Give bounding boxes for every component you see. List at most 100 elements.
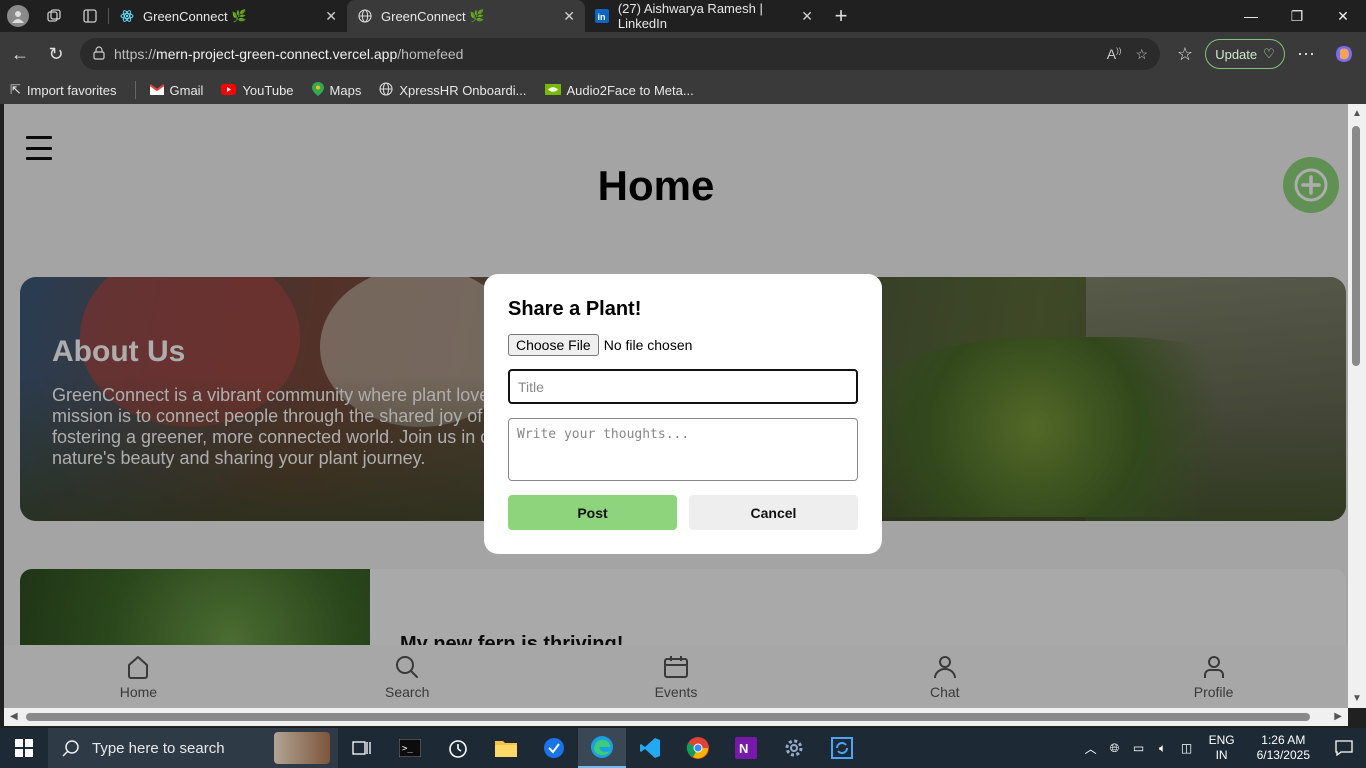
- close-tab-icon[interactable]: ✕: [801, 8, 813, 25]
- search-icon: [62, 740, 79, 757]
- cancel-button[interactable]: Cancel: [689, 495, 858, 530]
- audio2face-link[interactable]: Audio2Face to Meta...: [544, 82, 694, 98]
- svg-text:in: in: [598, 12, 606, 22]
- scroll-down-arrow-icon[interactable]: ▼: [1352, 693, 1362, 704]
- copilot-icon[interactable]: [1326, 36, 1362, 72]
- import-icon: ⇱: [10, 82, 21, 97]
- chrome-icon[interactable]: [674, 728, 722, 768]
- favorite-star-icon[interactable]: ☆: [1135, 46, 1148, 63]
- horizontal-scrollbar[interactable]: ◀ ▶: [4, 708, 1348, 726]
- search-highlight-icon: [274, 732, 330, 764]
- refresh-icon[interactable]: ↻: [38, 36, 74, 72]
- edge-icon[interactable]: [578, 728, 626, 768]
- close-tab-icon[interactable]: ✕: [563, 8, 575, 25]
- volume-mute-icon[interactable]: 🔈︎: [1151, 741, 1175, 756]
- heart-pulse-icon: ♡: [1263, 46, 1275, 61]
- tab-greenconnect-1[interactable]: GreenConnect 🌿 ✕: [109, 0, 347, 32]
- title-input[interactable]: [508, 369, 858, 404]
- home-feed-page: Home About Us GreenConnect is a vibrant …: [4, 104, 1348, 708]
- file-picker: Choose File No file chosen: [508, 334, 692, 356]
- clock-time: 1:26 AM: [1261, 733, 1306, 747]
- input-language[interactable]: ENG IN: [1209, 733, 1235, 763]
- close-tab-icon[interactable]: ✕: [325, 8, 337, 25]
- terminal-icon[interactable]: >_: [386, 728, 434, 768]
- favorites-icon[interactable]: ☆: [1167, 36, 1203, 72]
- close-window-icon[interactable]: ✕: [1320, 0, 1366, 32]
- leaf-icon: 🌿: [231, 9, 247, 23]
- url-path: /homefeed: [397, 46, 464, 62]
- windows-start-icon[interactable]: [0, 728, 48, 768]
- horizontal-scroll-thumb[interactable]: [26, 713, 1310, 721]
- gmail-icon: [148, 83, 165, 98]
- new-tab-icon[interactable]: +: [823, 0, 859, 32]
- maps-link[interactable]: Maps: [311, 81, 362, 99]
- tab-greenconnect-2[interactable]: GreenConnect 🌿 ✕: [347, 0, 585, 32]
- scroll-left-arrow-icon[interactable]: ◀: [10, 711, 18, 722]
- url-scheme: https://: [114, 46, 157, 62]
- favorite-label: Maps: [329, 82, 362, 98]
- address-toolbar: ← ↻ https://mern-project-green-connect.v…: [0, 32, 1366, 76]
- battery-icon[interactable]: ▭: [1127, 741, 1151, 755]
- svg-text:>_: >_: [402, 744, 413, 754]
- youtube-link[interactable]: YouTube: [221, 83, 294, 98]
- address-bar[interactable]: https://mern-project-green-connect.verce…: [80, 38, 1160, 70]
- leaf-icon: 🌿: [469, 9, 485, 23]
- settings-gear-icon[interactable]: [770, 728, 818, 768]
- file-status: No file chosen: [603, 337, 693, 353]
- favorite-label: XpressHR Onboardi...: [399, 82, 527, 98]
- vertical-scroll-thumb[interactable]: [1352, 126, 1360, 366]
- taskbar-search[interactable]: Type here to search: [48, 728, 338, 768]
- vscode-icon[interactable]: [626, 728, 674, 768]
- windows-taskbar: Type here to search >_ N ︿ 🌐︎ ▭ 🔈︎ ◫ ENG…: [0, 728, 1366, 768]
- favorite-label: Audio2Face to Meta...: [566, 82, 694, 98]
- onenote-icon[interactable]: N: [722, 728, 770, 768]
- restore-icon[interactable]: ❐: [1274, 0, 1320, 32]
- react-icon: [119, 8, 135, 24]
- search-placeholder: Type here to search: [92, 739, 225, 757]
- lock-icon: [92, 45, 106, 63]
- choose-file-button[interactable]: Choose File: [508, 334, 599, 356]
- sync-app-icon[interactable]: [818, 728, 866, 768]
- notifications-icon[interactable]: [1322, 740, 1366, 756]
- xpresshr-link[interactable]: XpressHR Onboardi...: [379, 81, 527, 99]
- person-icon: [7, 5, 29, 27]
- post-button[interactable]: Post: [508, 495, 677, 530]
- lang-code: ENG: [1208, 733, 1235, 747]
- chevron-up-icon[interactable]: ︿: [1079, 740, 1103, 757]
- more-options-icon[interactable]: ⋯: [1288, 36, 1324, 72]
- page-viewport: Home About Us GreenConnect is a vibrant …: [4, 104, 1348, 708]
- favorites-separator: [134, 81, 136, 99]
- browser-tab-bar: GreenConnect 🌿 ✕ GreenConnect 🌿 ✕ in (27…: [0, 0, 1366, 32]
- system-tray: ︿ 🌐︎ ▭ 🔈︎ ◫ ENG IN 1:26 AM 6/13/2025: [1079, 728, 1366, 768]
- favorite-label: Import favorites: [26, 82, 117, 98]
- network-globe-icon[interactable]: 🌐︎: [1103, 741, 1127, 756]
- update-button[interactable]: Update ♡: [1205, 39, 1285, 69]
- system-clock[interactable]: 1:26 AM 6/13/2025: [1257, 733, 1310, 763]
- update-label: Update: [1215, 46, 1258, 62]
- modal-title: Share a Plant!: [508, 298, 642, 320]
- tab-actions-icon[interactable]: [72, 0, 108, 32]
- minimize-icon[interactable]: —: [1228, 0, 1274, 32]
- tab-label: (27) Aishwarya Ramesh | LinkedIn: [617, 1, 763, 31]
- alarm-clock-icon[interactable]: [434, 728, 482, 768]
- read-aloud-icon[interactable]: A)): [1107, 46, 1122, 63]
- gmail-link[interactable]: Gmail: [148, 82, 204, 98]
- back-arrow-icon[interactable]: ←: [2, 36, 38, 72]
- meet-now-icon[interactable]: ◫: [1175, 741, 1199, 755]
- region-code: IN: [1215, 748, 1228, 762]
- share-plant-modal: Share a Plant! Choose File No file chose…: [484, 274, 882, 554]
- clock-date: 6/13/2025: [1256, 748, 1310, 762]
- vertical-scrollbar[interactable]: ▲ ▼: [1348, 104, 1366, 708]
- scroll-right-arrow-icon[interactable]: ▶: [1334, 711, 1342, 722]
- file-explorer-icon[interactable]: [482, 728, 530, 768]
- tab-linkedin[interactable]: in (27) Aishwarya Ramesh | LinkedIn ✕: [585, 0, 823, 32]
- svg-text:N: N: [739, 741, 748, 756]
- scroll-up-arrow-icon[interactable]: ▲: [1352, 108, 1362, 119]
- browser-sync-icon[interactable]: [530, 728, 578, 768]
- import-favorites-link[interactable]: ⇱ Import favorites: [10, 82, 117, 98]
- task-view-icon[interactable]: [338, 728, 386, 768]
- favorite-label: Gmail: [169, 82, 204, 98]
- thoughts-textarea[interactable]: [508, 418, 858, 481]
- profile-avatar[interactable]: [0, 0, 36, 32]
- workspaces-icon[interactable]: [36, 0, 72, 32]
